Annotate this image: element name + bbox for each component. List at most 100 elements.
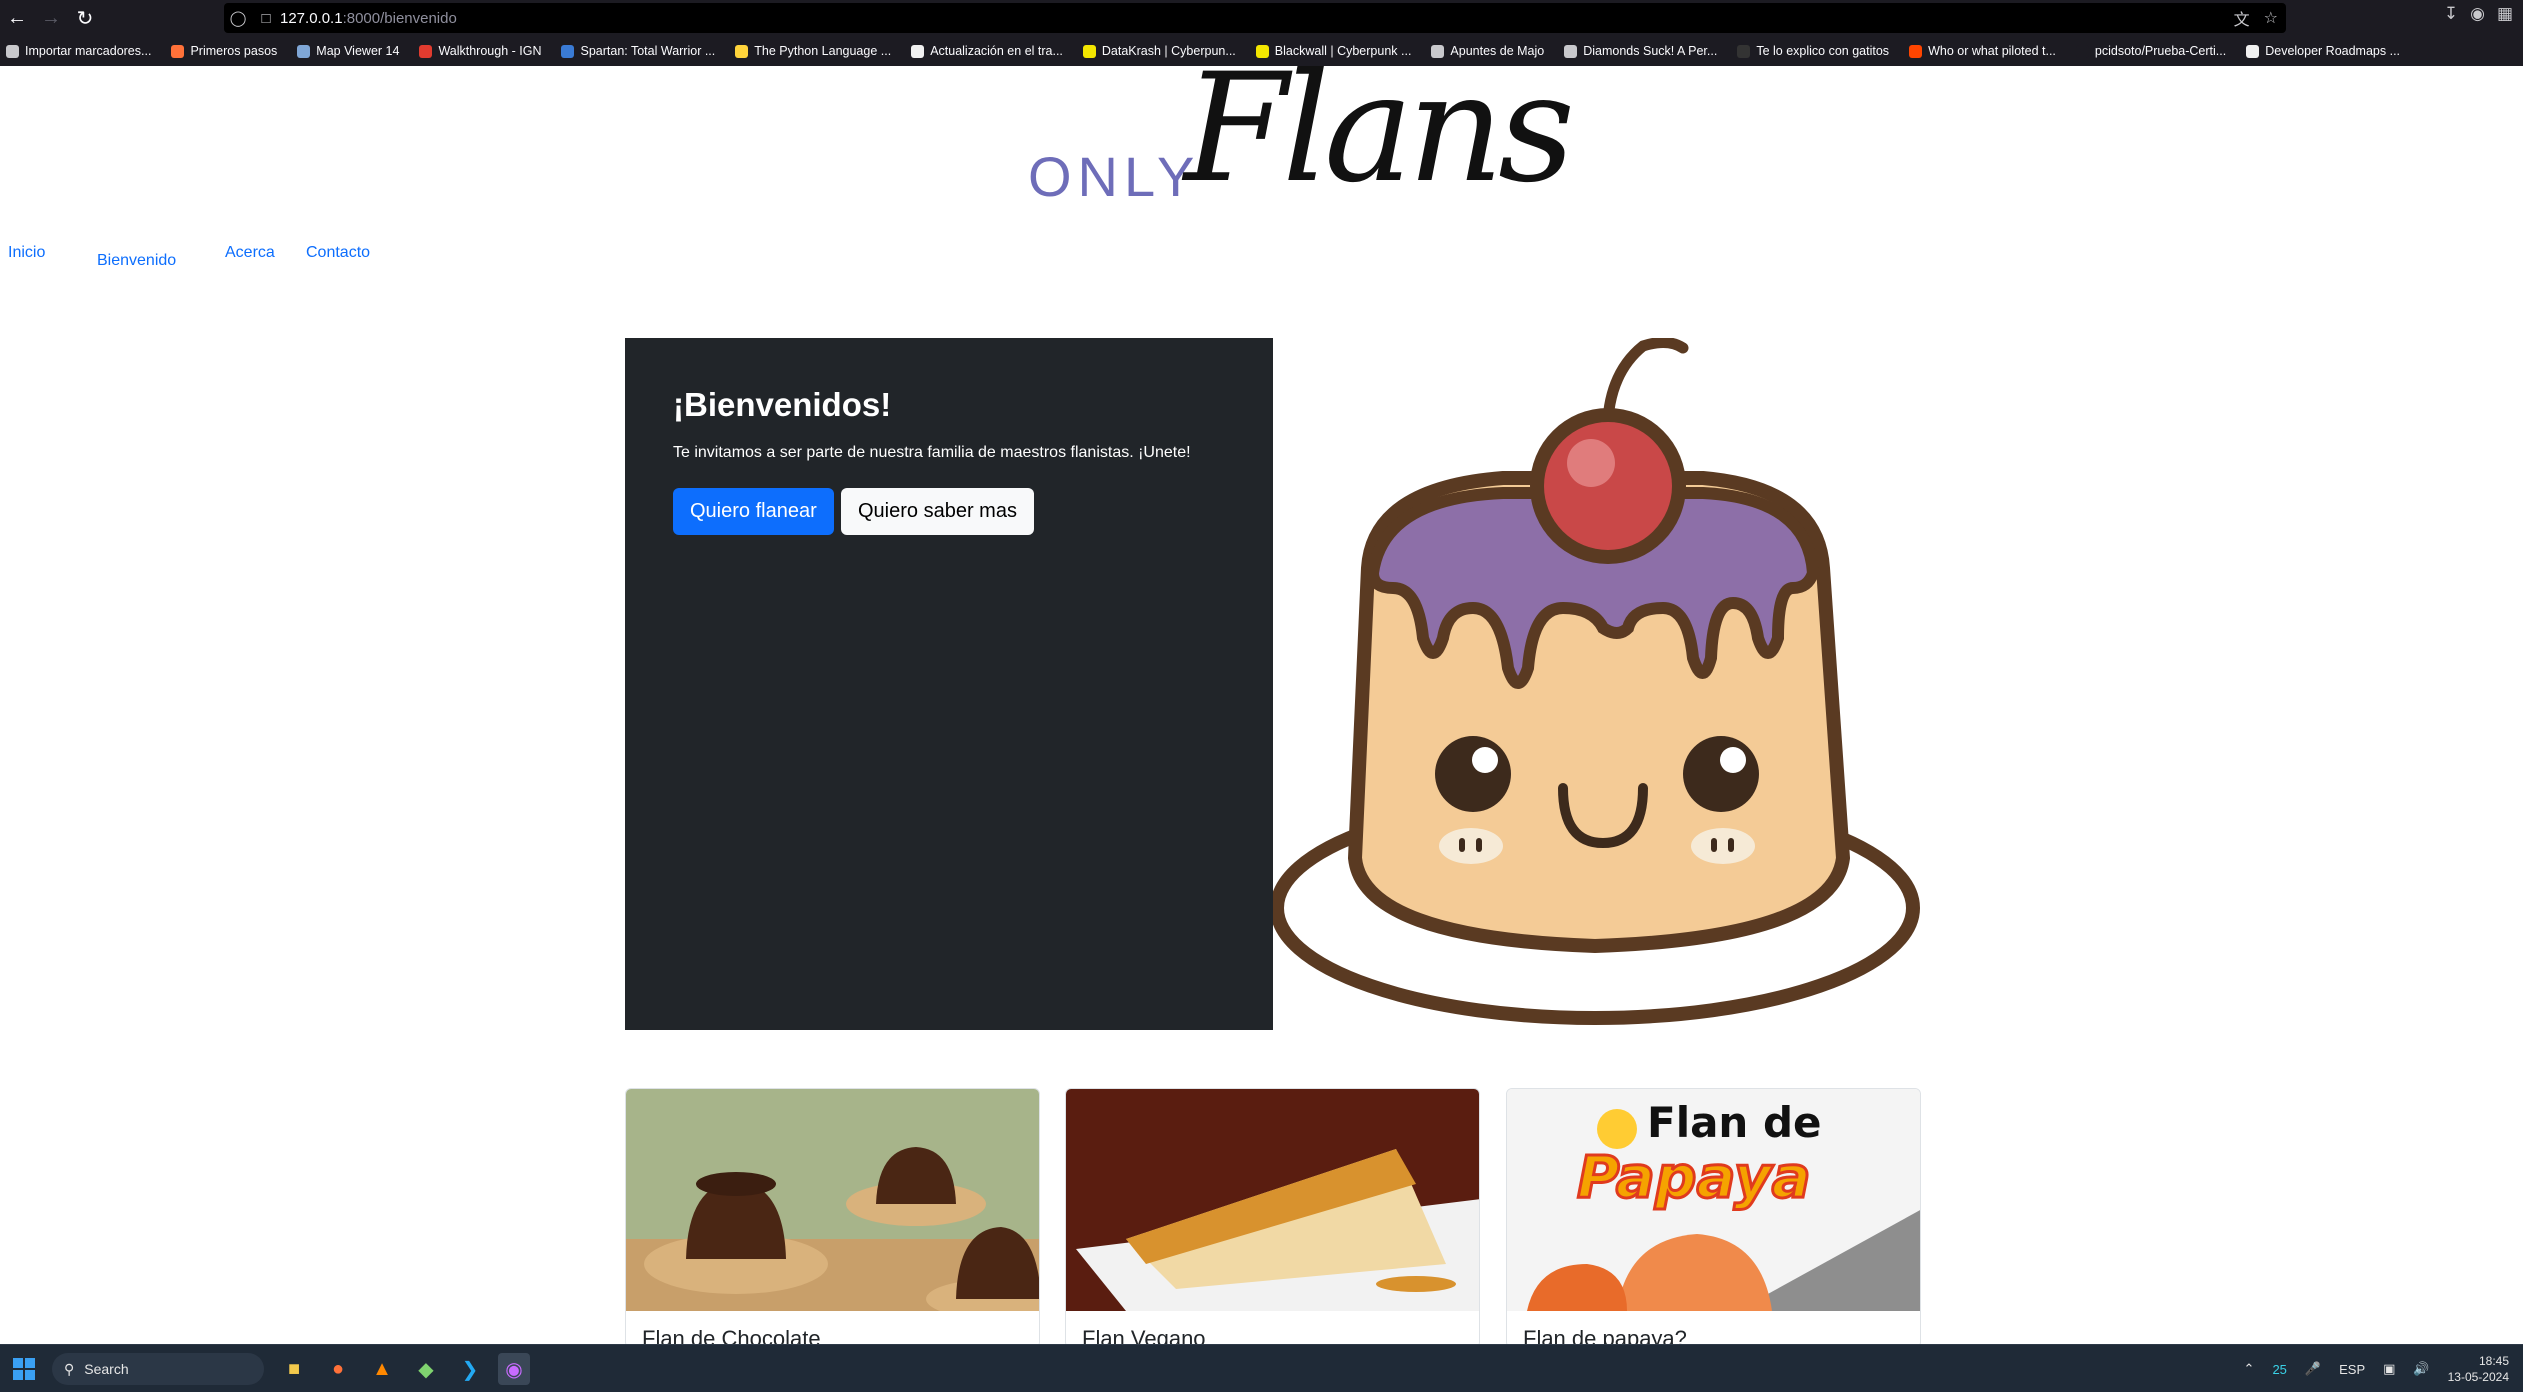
translate-icon[interactable]: 文 [2234, 6, 2250, 30]
bookmark-label: pcidsoto/Prueba-Certi... [2094, 44, 2227, 58]
card-title: Flan de Chocolate [642, 1326, 821, 1344]
papaya-image-text-2: Papaya [1577, 1143, 1811, 1211]
papaya-image-text-1: Flan de [1647, 1098, 1822, 1147]
bookmark-star-icon[interactable]: ☆ [2264, 8, 2278, 28]
search-placeholder: Search [84, 1361, 129, 1377]
search-icon: ⚲ [64, 1360, 75, 1377]
account-icon[interactable]: ◉ [2470, 4, 2485, 24]
bookmark-item[interactable]: Importar marcadores... [6, 44, 151, 58]
firefox-icon[interactable]: ● [322, 1353, 354, 1385]
bookmark-label: Te lo explico con gatitos [1756, 44, 1890, 58]
bookmark-favicon-icon [2246, 44, 2260, 58]
bookmark-item[interactable]: Who or what piloted t... [1909, 44, 2056, 58]
card-flan-vegano[interactable]: Flan Vegano [1065, 1088, 1480, 1344]
tray-language[interactable]: ESP [2339, 1362, 2365, 1377]
bookmark-item[interactable]: Apuntes de Majo [1431, 44, 1544, 58]
bookmark-item[interactable]: DataKrash | Cyberpun... [1082, 44, 1236, 58]
bookmark-favicon-icon [1255, 44, 1269, 58]
vscode-icon[interactable]: ❯ [454, 1353, 486, 1385]
url-host: 127.0.0.1 [280, 9, 343, 27]
url-bar[interactable]: ◯ □ 127.0.0.1:8000/bienvenido 文 ☆ [224, 3, 2286, 33]
page-info-icon[interactable]: □ [252, 4, 280, 32]
clock-time: 18:45 [2478, 1354, 2509, 1368]
bookmark-label: Who or what piloted t... [1928, 44, 2056, 58]
bookmark-label: Walkthrough - IGN [438, 44, 542, 58]
bookmark-item[interactable]: Primeros pasos [171, 44, 277, 58]
flan-papaya-image: Flan de Papaya [1507, 1089, 1920, 1311]
bookmark-label: Developer Roadmaps ... [2265, 44, 2401, 58]
browser-chrome: ← → ↻ ◯ □ 127.0.0.1:8000/bienvenido 文 ☆ … [0, 0, 2523, 66]
bookmark-favicon-icon [561, 44, 575, 58]
network-icon[interactable]: ▣ [2383, 1361, 2395, 1377]
page-content: ONLY Flans Inicio Bienvenido Acerca Cont… [0, 66, 2523, 1344]
hero-text: Te invitamos a ser parte de nuestra fami… [673, 444, 1191, 461]
bookmark-item[interactable]: Blackwall | Cyberpunk ... [1255, 44, 1411, 58]
bookmark-favicon-icon [419, 44, 433, 58]
extensions-icon[interactable]: ▦ [2497, 4, 2513, 24]
bookmark-item[interactable]: Diamonds Suck! A Per... [1564, 44, 1717, 58]
bookmark-item[interactable]: Spartan: Total Warrior ... [561, 44, 715, 58]
bookmark-item[interactable]: Map Viewer 14 [297, 44, 399, 58]
bookmarks-bar: Importar marcadores... Primeros pasos Map … [0, 38, 2523, 64]
hero: ¡Bienvenidos! Te invitamos a ser parte d… [625, 337, 1921, 1030]
bookmark-favicon-icon [1082, 44, 1096, 58]
reload-icon[interactable]: ↻ [68, 1, 102, 35]
system-tray: ⌃ 25 🎤 ESP ▣ 🔊 18:45 13-05-2024 [2244, 1345, 2509, 1393]
bookmark-favicon-icon [1431, 44, 1445, 58]
bookmark-label: Map Viewer 14 [316, 44, 400, 58]
quiero-flanear-button[interactable]: Quiero flanear [673, 488, 834, 535]
card-flan-papaya[interactable]: Flan de Papaya Flan de papaya? [1506, 1088, 1921, 1344]
bookmark-favicon-icon [1909, 44, 1923, 58]
clock-date: 13-05-2024 [2447, 1370, 2509, 1384]
bookmark-favicon-icon [1564, 44, 1578, 58]
flan-cartoon-image [1270, 337, 1920, 1025]
bookmark-item[interactable]: Developer Roadmaps ... [2246, 44, 2400, 58]
shield-icon[interactable]: ◯ [224, 4, 252, 32]
bookmark-item[interactable]: pcidsoto/Prueba-Certi... [2075, 44, 2227, 58]
vlc-icon[interactable]: ▲ [366, 1353, 398, 1385]
hero-title: ¡Bienvenidos! [673, 386, 892, 423]
toolbar: ← → ↻ ◯ □ 127.0.0.1:8000/bienvenido 文 ☆ … [0, 0, 2523, 36]
flan-vegano-image [1066, 1089, 1479, 1311]
bookmark-item[interactable]: Actualización en el tra... [911, 44, 1063, 58]
nav-bienvenido[interactable]: Bienvenido [97, 252, 176, 270]
clock[interactable]: 18:45 13-05-2024 [2448, 1353, 2509, 1385]
bookmark-favicon-icon [297, 44, 311, 58]
browser-app-icon[interactable]: ◉ [498, 1353, 530, 1385]
taskbar-search[interactable]: ⚲ Search [52, 1353, 264, 1385]
nav-inicio[interactable]: Inicio [8, 244, 45, 262]
nav-contacto[interactable]: Contacto [306, 244, 370, 262]
bookmark-favicon-icon [1737, 44, 1751, 58]
bookmark-label: Actualización en el tra... [930, 44, 1063, 58]
chevron-up-icon[interactable]: ⌃ [2244, 1361, 2255, 1377]
bookmark-item[interactable]: The Python Language ... [735, 44, 891, 58]
logo-only-text: ONLY [1028, 145, 1201, 208]
bookmark-favicon-icon [6, 44, 19, 58]
microphone-icon[interactable]: 🎤 [2305, 1361, 2321, 1377]
sourcetree-icon[interactable]: ◆ [410, 1353, 442, 1385]
bookmark-favicon-icon [911, 44, 925, 58]
volume-icon[interactable]: 🔊 [2413, 1361, 2429, 1377]
forward-icon[interactable]: → [34, 1, 68, 35]
bookmark-label: Apuntes de Majo [1450, 44, 1545, 58]
bookmark-favicon-icon [171, 44, 185, 58]
bookmark-label: DataKrash | Cyberpun... [1101, 44, 1236, 58]
bookmark-favicon-icon [2075, 44, 2089, 58]
bookmark-item[interactable]: Walkthrough - IGN [419, 44, 541, 58]
card-title: Flan Vegano [1082, 1326, 1206, 1344]
quiero-saber-mas-button[interactable]: Quiero saber mas [841, 488, 1034, 535]
tray-temperature[interactable]: 25 [2272, 1362, 2286, 1377]
back-icon[interactable]: ← [0, 1, 34, 35]
logo-flans-text: Flans [1184, 66, 1575, 216]
bookmark-item[interactable]: Te lo explico con gatitos [1737, 44, 1889, 58]
bookmark-label: Primeros pasos [190, 44, 278, 58]
bookmark-label: The Python Language ... [754, 44, 892, 58]
hero-panel: ¡Bienvenidos! Te invitamos a ser parte d… [625, 338, 1273, 1030]
nav-acerca[interactable]: Acerca [225, 244, 275, 262]
download-icon[interactable]: ↧ [2444, 4, 2458, 24]
file-explorer-icon[interactable]: ■ [278, 1353, 310, 1385]
windows-start-icon[interactable] [8, 1353, 40, 1385]
site-logo[interactable]: ONLY Flans [1024, 66, 1575, 226]
bookmark-label: Spartan: Total Warrior ... [580, 44, 716, 58]
card-flan-chocolate[interactable]: Flan de Chocolate [625, 1088, 1040, 1344]
